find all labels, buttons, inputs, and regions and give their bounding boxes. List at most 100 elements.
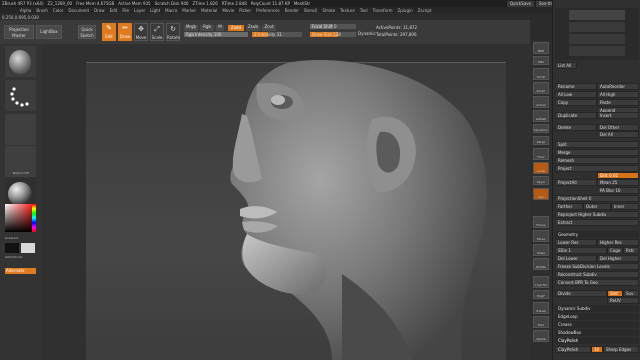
claypolish-header[interactable]: ClayPolish xyxy=(555,337,639,344)
reconstruct-subdiv-button[interactable]: Reconstruct Subdiv xyxy=(555,271,639,278)
subtool-list[interactable] xyxy=(555,8,639,60)
subtool-slot-3[interactable] xyxy=(569,34,625,44)
suv-button[interactable]: Suv xyxy=(623,290,639,297)
menu-file[interactable]: File xyxy=(122,8,129,13)
all-low-button[interactable]: All Low xyxy=(555,91,597,98)
paste-button[interactable]: Paste xyxy=(597,99,639,106)
alpha-thumbnail[interactable] xyxy=(5,114,36,145)
farther-button[interactable]: Farther xyxy=(555,203,583,210)
frame-button[interactable]: Frame xyxy=(533,216,549,228)
autoreorder-button[interactable]: AutoReorder xyxy=(597,83,639,90)
rename-button[interactable]: Rename xyxy=(555,83,597,90)
convert-bpr-button[interactable]: Convert BPR To Geo xyxy=(555,279,639,286)
lightbox-button[interactable]: LightBox xyxy=(36,25,62,39)
viewport-canvas[interactable] xyxy=(42,44,530,360)
dist-slider[interactable]: Dist 0.02 xyxy=(597,172,639,179)
hue-strip[interactable] xyxy=(32,204,36,232)
projection-master-button[interactable]: Projection Master xyxy=(4,25,34,39)
subtool-slot-4[interactable] xyxy=(569,46,625,56)
focal-shift-slider[interactable]: Focal Shift 0 xyxy=(310,24,356,29)
menu-tool[interactable]: Tool xyxy=(360,8,368,13)
rgb-intensity-slider[interactable]: Rgb Intensity 100 xyxy=(184,32,248,37)
dynamic-button[interactable]: Dynamic xyxy=(358,32,376,37)
edit-button[interactable]: ✎ Edit xyxy=(102,23,116,41)
actual-button[interactable]: Actual xyxy=(533,96,549,108)
del-higher-button[interactable]: Del Higher xyxy=(597,255,639,262)
menu-material[interactable]: Material xyxy=(201,8,217,13)
del-lower-button[interactable]: Del Lower xyxy=(555,255,597,262)
menu-brush[interactable]: Brush xyxy=(36,8,48,13)
rstr-button[interactable]: Rstr xyxy=(623,247,639,254)
menu-texture[interactable]: Texture xyxy=(340,8,355,13)
smt-button[interactable]: Smt xyxy=(607,290,623,297)
polyf-button[interactable]: PolyF xyxy=(533,290,549,299)
sharp-edges-slider[interactable]: Sharp Edges xyxy=(603,346,639,353)
dynamic-subdiv-header[interactable]: Dynamic Subdiv xyxy=(555,305,639,312)
move-button[interactable]: ✥ Move xyxy=(134,23,148,41)
floor-button[interactable]: Floor xyxy=(533,148,549,160)
mean-slider[interactable]: Mean 25 xyxy=(597,179,639,186)
persp-button[interactable]: Persp xyxy=(533,136,549,145)
rgb-button[interactable]: Rgb xyxy=(200,25,214,31)
bpr-button[interactable]: BPR xyxy=(533,42,549,54)
brush-thumbnail[interactable] xyxy=(5,46,36,77)
duplicate-button[interactable]: Duplicate xyxy=(555,112,597,119)
secondary-color-swatch[interactable] xyxy=(21,243,35,253)
menu-draw[interactable]: Draw xyxy=(94,8,104,13)
sculpt-model[interactable] xyxy=(42,44,530,360)
higher-res-button[interactable]: Higher Res xyxy=(597,239,639,246)
line-fill-button[interactable]: Line Fill xyxy=(533,276,549,288)
shadowbox-header[interactable]: ShadowBox xyxy=(555,329,639,336)
crease-header[interactable]: Crease xyxy=(555,321,639,328)
color-picker[interactable] xyxy=(5,204,36,232)
projection-shell-slider[interactable]: ProjectionShell 0 xyxy=(555,195,639,202)
pa-blur-slider[interactable]: PA Blur 10 xyxy=(597,187,639,194)
menu-stencil[interactable]: Stencil xyxy=(304,8,318,13)
gradient-label[interactable]: Gradient xyxy=(5,236,36,240)
del-other-button[interactable]: Del Other xyxy=(597,124,639,131)
rotate-button[interactable]: ↻ Rotate xyxy=(166,23,180,41)
reuv-button[interactable]: ReUV xyxy=(607,297,639,304)
edgeloop-header[interactable]: EdgeLoop xyxy=(555,313,639,320)
all-high-button[interactable]: All High xyxy=(597,91,639,98)
freeze-subdivision-levels-button[interactable]: Freeze SubDivision Levels xyxy=(555,263,639,270)
subtool-slot-2[interactable] xyxy=(569,22,625,32)
reproject-higher-subdiv-button[interactable]: Reproject Higher Subdiv xyxy=(555,211,639,218)
main-color-swatch[interactable] xyxy=(5,243,19,253)
cage-button[interactable]: Cage xyxy=(607,247,623,254)
split-button[interactable]: Split xyxy=(555,141,639,148)
stroke-thumbnail[interactable] xyxy=(5,80,36,111)
menu-transform[interactable]: Transform xyxy=(373,8,393,13)
lsym-button[interactable]: LSym xyxy=(533,176,549,185)
menu-movie[interactable]: Movie xyxy=(222,8,234,13)
scale-button[interactable]: ⤢ Scale xyxy=(150,23,164,41)
delete-button[interactable]: Delete xyxy=(555,124,597,131)
extract-button[interactable]: Extract xyxy=(555,219,639,226)
menu-preferences[interactable]: Preferences xyxy=(256,8,280,13)
menu-layer[interactable]: Layer xyxy=(134,8,145,13)
switchcolor-label[interactable]: SwitchColor xyxy=(5,255,36,259)
z-intensity-slider[interactable]: Z Intensity 31 xyxy=(252,32,302,37)
quicksave-button[interactable]: QuickSave xyxy=(506,0,534,7)
quick-sketch-button[interactable]: Quick Sketch xyxy=(78,25,96,39)
merge-button[interactable]: Merge xyxy=(555,149,639,156)
menu-color[interactable]: Color xyxy=(53,8,63,13)
menu-zscript[interactable]: Zscript xyxy=(418,8,432,13)
menu-document[interactable]: Document xyxy=(68,8,89,13)
geometry-header[interactable]: Geometry xyxy=(555,231,639,238)
zcut-button[interactable]: Zcut xyxy=(262,25,276,31)
lower-res-button[interactable]: Lower Res xyxy=(555,239,597,246)
menu-render[interactable]: Render xyxy=(285,8,299,13)
menu-zplugin[interactable]: Zplugin xyxy=(398,8,413,13)
list-all-button[interactable]: List All xyxy=(555,62,577,69)
scale-view-button[interactable]: Scale xyxy=(533,244,549,256)
menu-stroke[interactable]: Stroke xyxy=(322,8,335,13)
dynamic-persp-button[interactable]: Dynamic xyxy=(533,124,549,133)
aahalf-button[interactable]: AAHalf xyxy=(533,110,549,122)
transp-button[interactable]: Transp xyxy=(533,302,549,314)
del-all-button[interactable]: Del All xyxy=(597,131,639,138)
zoom-button[interactable]: Zoom xyxy=(533,82,549,94)
mrgb-button[interactable]: Mrgb xyxy=(184,25,198,31)
outer-button[interactable]: Outer xyxy=(583,203,611,210)
local-button[interactable]: Local xyxy=(533,162,549,174)
